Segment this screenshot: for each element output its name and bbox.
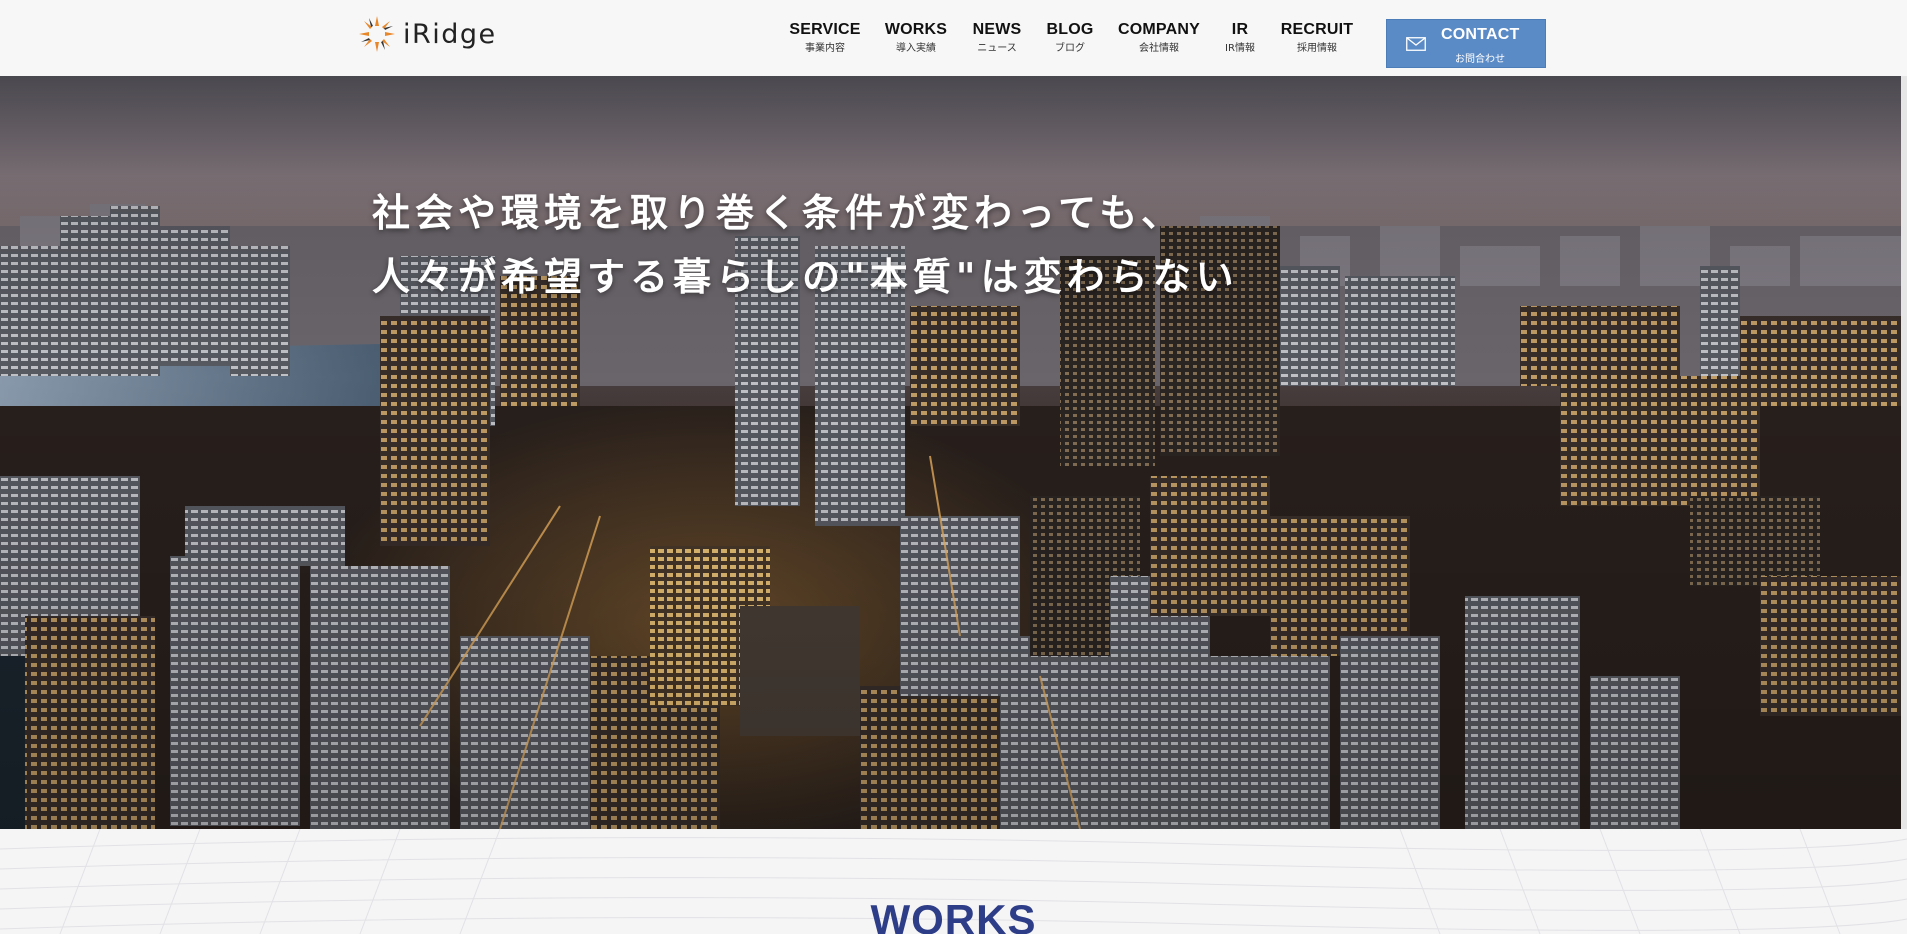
works-section: WORKS	[0, 829, 1907, 934]
nav-recruit[interactable]: RECRUIT 採用情報	[1281, 20, 1354, 55]
nav-label: RECRUIT	[1280, 21, 1354, 38]
nav-label: SERVICE	[789, 21, 861, 38]
nav-sublabel: 事業内容	[804, 43, 845, 54]
nav-label: NEWS	[972, 21, 1022, 38]
contact-label: CONTACT	[1441, 26, 1520, 43]
nav-service[interactable]: SERVICE 事業内容	[789, 20, 860, 55]
page-scrollbar[interactable]	[1901, 76, 1907, 829]
site-header: iRidge SERVICE 事業内容 WORKS 導入実績 NEWS ニュース…	[0, 0, 1907, 76]
nav-company[interactable]: COMPANY 会社情報	[1118, 20, 1200, 55]
nav-sublabel: 導入実績	[895, 43, 936, 54]
nav-label: COMPANY	[1118, 21, 1200, 38]
nav-sublabel: 会社情報	[1139, 43, 1179, 54]
sunburst-logo-icon	[359, 16, 395, 52]
nav-blog[interactable]: BLOG ブログ	[1046, 20, 1093, 55]
hero-headline: 社会や環境を取り巻く条件が変わっても、 人々が希望する暮らしの"本質"は変わらな…	[372, 181, 1239, 309]
hero-line-2: 人々が希望する暮らしの"本質"は変わらない	[372, 255, 1239, 299]
hero-banner: 社会や環境を取り巻く条件が変わっても、 人々が希望する暮らしの"本質"は変わらな…	[0, 76, 1907, 829]
works-heading: WORKS	[870, 896, 1037, 934]
nav-label: WORKS	[884, 21, 948, 38]
logo-text: iRidge	[403, 18, 497, 50]
nav-sublabel: ブログ	[1055, 43, 1085, 54]
site-logo[interactable]: iRidge	[357, 14, 497, 54]
nav-sublabel: IR情報	[1225, 43, 1255, 54]
nav-label: IR	[1231, 21, 1249, 38]
hero-line-1: 社会や環境を取り巻く条件が変わっても、	[372, 191, 1185, 235]
nav-label: BLOG	[1046, 21, 1094, 38]
nav-works[interactable]: WORKS 導入実績	[885, 20, 947, 55]
nav-sublabel: ニュース	[977, 43, 1017, 54]
nav-ir[interactable]: IR IR情報	[1225, 20, 1255, 55]
nav-sublabel: 採用情報	[1296, 43, 1337, 54]
contact-button[interactable]: CONTACT お問合わせ	[1386, 19, 1546, 68]
nav-news[interactable]: NEWS ニュース	[973, 20, 1022, 55]
envelope-icon	[1406, 37, 1426, 51]
contact-sublabel: お問合わせ	[1455, 54, 1505, 65]
